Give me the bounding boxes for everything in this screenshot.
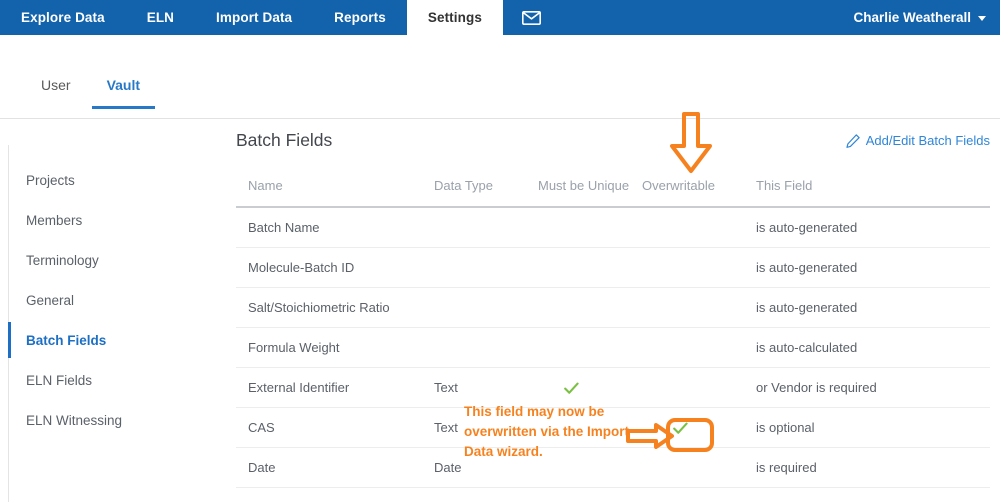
column-header-name[interactable]: Name bbox=[236, 178, 422, 208]
tab-vault[interactable]: Vault bbox=[89, 72, 158, 109]
cell-name: Date bbox=[236, 447, 422, 488]
cell-name: External Identifier bbox=[236, 367, 422, 408]
sidebar-item-batch-fields[interactable]: Batch Fields bbox=[8, 320, 223, 360]
sidebar-item-members[interactable]: Members bbox=[9, 200, 223, 240]
cell-data-type: Text bbox=[422, 407, 526, 448]
cell-must-be-unique bbox=[526, 247, 630, 288]
table-row: Salt/Stoichiometric Ratio is auto-genera… bbox=[236, 287, 990, 328]
top-nav-spacer bbox=[560, 0, 844, 35]
sidebar-item-general[interactable]: General bbox=[9, 280, 223, 320]
table-row: Formula Weight is auto-calculated bbox=[236, 327, 990, 368]
page-title: Batch Fields bbox=[236, 130, 333, 150]
nav-item-settings[interactable]: Settings bbox=[406, 0, 503, 35]
table-row: Date Date is required bbox=[236, 447, 990, 488]
check-icon bbox=[642, 419, 744, 434]
batch-fields-table: Name Data Type Must be Unique Overwritab… bbox=[236, 178, 990, 488]
cell-name: Formula Weight bbox=[236, 327, 422, 368]
table-header: Name Data Type Must be Unique Overwritab… bbox=[236, 178, 990, 208]
column-header-must-be-unique[interactable]: Must be Unique bbox=[526, 178, 630, 208]
table-row: CAS Text is optional bbox=[236, 407, 990, 448]
settings-subtabs: User Vault bbox=[0, 72, 1000, 119]
column-header-overwritable[interactable]: Overwritable bbox=[630, 178, 744, 208]
cell-name: Salt/Stoichiometric Ratio bbox=[236, 287, 422, 328]
cell-overwritable bbox=[630, 287, 744, 328]
column-header-this-field[interactable]: This Field bbox=[744, 178, 990, 208]
cell-this-field: is auto-generated bbox=[744, 287, 990, 328]
tab-user[interactable]: User bbox=[23, 72, 89, 109]
cell-overwritable bbox=[630, 247, 744, 288]
sidebar-item-eln-witnessing[interactable]: ELN Witnessing bbox=[9, 400, 223, 440]
table-header-row: Name Data Type Must be Unique Overwritab… bbox=[236, 178, 990, 208]
cell-this-field: or Vendor is required bbox=[744, 367, 990, 408]
cell-overwritable bbox=[630, 207, 744, 248]
cell-overwritable bbox=[630, 327, 744, 368]
add-edit-batch-fields-label: Add/Edit Batch Fields bbox=[865, 133, 990, 148]
nav-item-reports[interactable]: Reports bbox=[313, 0, 407, 35]
cell-data-type: Text bbox=[422, 367, 526, 408]
cell-must-be-unique bbox=[526, 327, 630, 368]
column-header-data-type[interactable]: Data Type bbox=[422, 178, 526, 208]
cell-data-type bbox=[422, 327, 526, 368]
cell-overwritable bbox=[630, 447, 744, 488]
cell-overwritable bbox=[630, 367, 744, 408]
content-header: Batch Fields Add/Edit Batch Fields bbox=[236, 124, 1000, 170]
table-row: Batch Name is auto-generated bbox=[236, 207, 990, 248]
nav-item-import-data[interactable]: Import Data bbox=[195, 0, 313, 35]
pencil-icon bbox=[846, 133, 860, 148]
sidebar-item-eln-fields[interactable]: ELN Fields bbox=[9, 360, 223, 400]
top-navigation-bar: Explore Data ELN Import Data Reports Set… bbox=[0, 0, 1000, 35]
cell-this-field: is auto-calculated bbox=[744, 327, 990, 368]
cell-this-field: is auto-generated bbox=[744, 247, 990, 288]
cell-data-type: Date bbox=[422, 447, 526, 488]
content-panel: Batch Fields Add/Edit Batch Fields Name … bbox=[236, 124, 1000, 502]
cell-this-field: is auto-generated bbox=[744, 207, 990, 248]
cell-name: CAS bbox=[236, 407, 422, 448]
user-menu[interactable]: Charlie Weatherall bbox=[843, 0, 1000, 35]
envelope-icon bbox=[521, 10, 541, 25]
subtabs-divider bbox=[0, 118, 1000, 119]
cell-this-field: is required bbox=[744, 447, 990, 488]
cell-data-type bbox=[422, 247, 526, 288]
top-nav-items: Explore Data ELN Import Data Reports Set… bbox=[0, 0, 560, 35]
table-row: External Identifier Text or Vendor is re… bbox=[236, 367, 990, 408]
nav-item-eln[interactable]: ELN bbox=[126, 0, 195, 35]
cell-this-field: is optional bbox=[744, 407, 990, 448]
settings-sidebar: Projects Members Terminology General Bat… bbox=[8, 145, 223, 502]
table-body: Batch Name is auto-generated Molecule-Ba… bbox=[236, 207, 990, 488]
nav-item-explore-data[interactable]: Explore Data bbox=[0, 0, 126, 35]
sidebar-item-terminology[interactable]: Terminology bbox=[9, 240, 223, 280]
sidebar-item-projects[interactable]: Projects bbox=[9, 160, 223, 200]
cell-overwritable bbox=[630, 407, 744, 448]
cell-name: Molecule-Batch ID bbox=[236, 247, 422, 288]
check-icon bbox=[538, 379, 630, 394]
chevron-down-icon bbox=[978, 16, 986, 21]
cell-must-be-unique bbox=[526, 207, 630, 248]
table-row: Molecule-Batch ID is auto-generated bbox=[236, 247, 990, 288]
cell-must-be-unique bbox=[526, 447, 630, 488]
cell-must-be-unique bbox=[526, 367, 630, 408]
cell-name: Batch Name bbox=[236, 207, 422, 248]
cell-must-be-unique bbox=[526, 407, 630, 448]
user-name-label: Charlie Weatherall bbox=[853, 10, 971, 25]
cell-must-be-unique bbox=[526, 287, 630, 328]
add-edit-batch-fields-link[interactable]: Add/Edit Batch Fields bbox=[846, 133, 990, 148]
cell-data-type bbox=[422, 287, 526, 328]
nav-item-messages[interactable] bbox=[503, 0, 560, 35]
cell-data-type bbox=[422, 207, 526, 248]
app-root: Explore Data ELN Import Data Reports Set… bbox=[0, 0, 1000, 502]
